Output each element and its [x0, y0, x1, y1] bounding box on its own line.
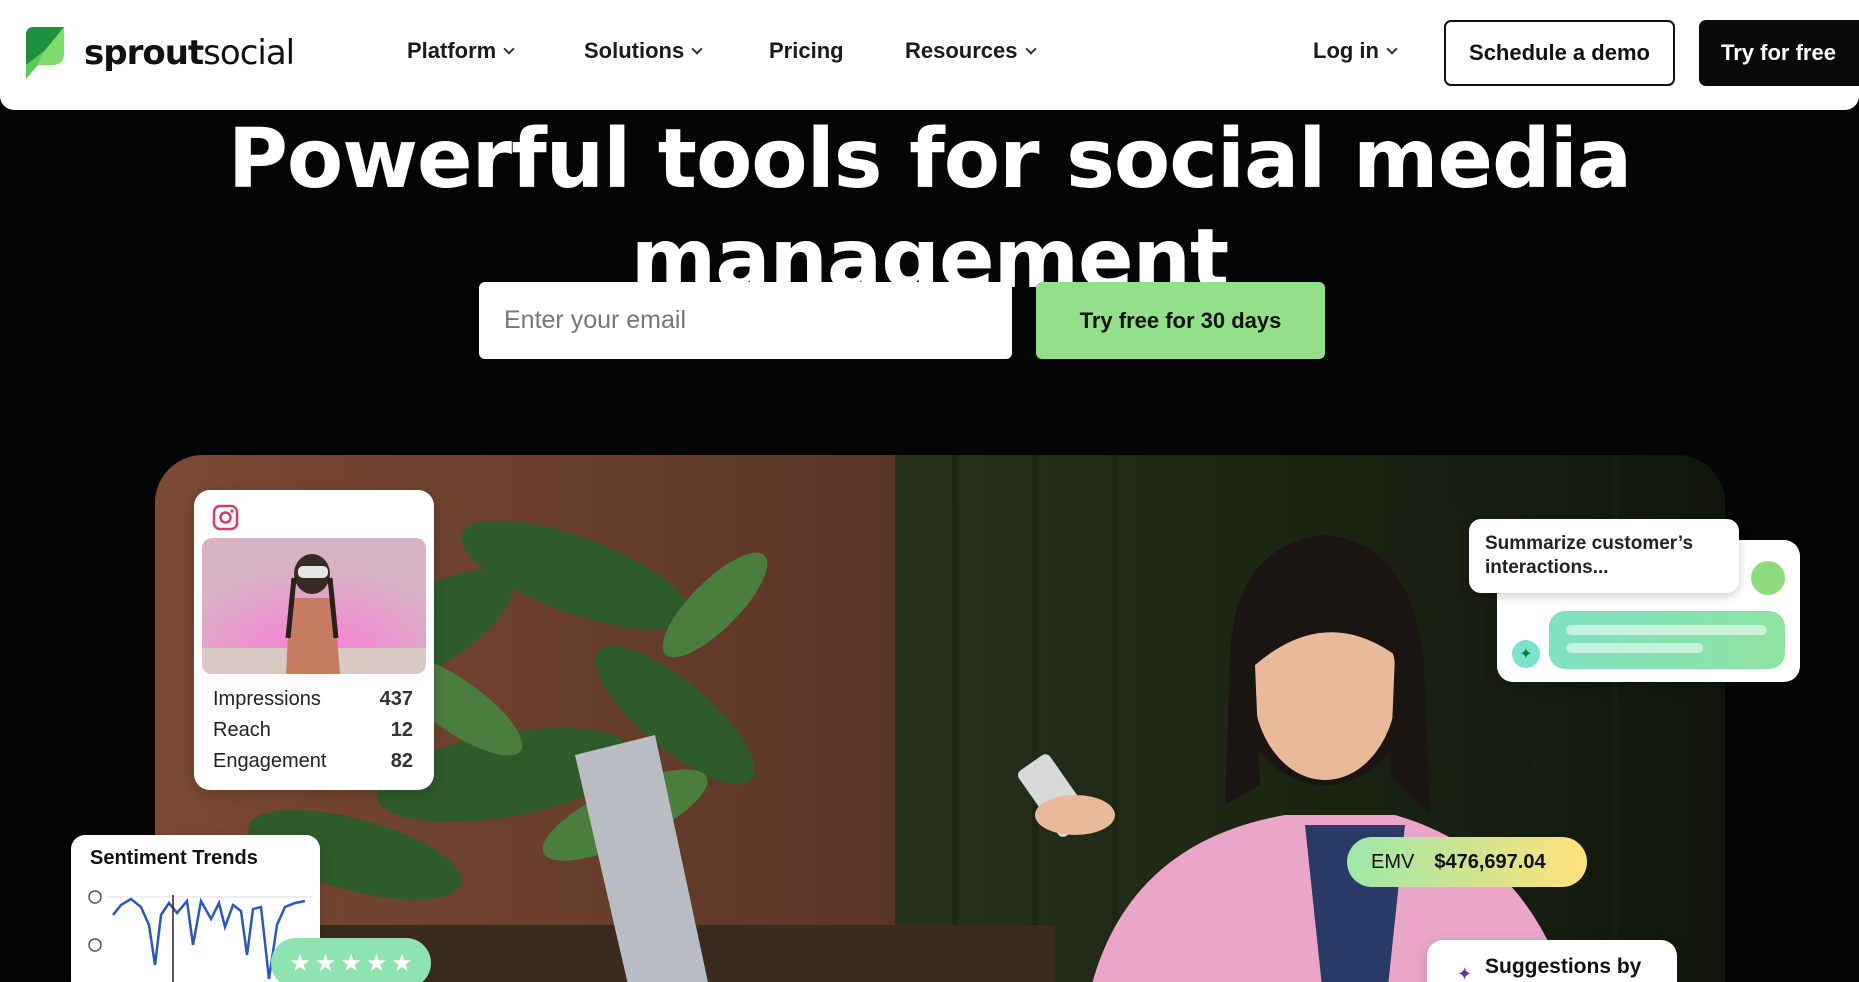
sparkle-icon: ✦	[1512, 640, 1540, 668]
logo-wordmark: sproutsocial	[84, 33, 295, 73]
chevron-down-icon	[691, 42, 703, 55]
star-icon: ★	[340, 949, 362, 977]
five-star-rating-badge: ★ ★ ★ ★ ★	[271, 938, 431, 982]
login-label: Log in	[1313, 38, 1379, 63]
ai-response-bubble	[1549, 611, 1785, 669]
nav-solutions-label: Solutions	[584, 38, 685, 63]
nav-pricing-label: Pricing	[769, 38, 844, 63]
star-icon: ★	[314, 949, 337, 977]
nav-pricing[interactable]: Pricing	[769, 38, 844, 64]
star-icon: ★	[289, 949, 311, 977]
suggestions-card: ✦ Suggestions by	[1427, 940, 1677, 982]
hero-title: Powerful tools for social media manageme…	[227, 112, 1632, 307]
instagram-post-card: Impressions 437 Reach 12 Engagement 82	[194, 490, 434, 790]
nav-solutions[interactable]: Solutions	[584, 38, 703, 64]
happy-face-icon	[88, 890, 102, 904]
emv-amount: $476,697.04	[1434, 850, 1546, 873]
metric-value: 82	[390, 750, 413, 772]
nav-platform-label: Platform	[407, 38, 497, 63]
chevron-down-icon	[1386, 42, 1398, 55]
instagram-icon	[212, 504, 239, 531]
response-line	[1566, 643, 1703, 653]
nav-platform[interactable]: Platform	[407, 38, 515, 64]
metric-label: Impressions	[213, 688, 321, 710]
metric-reach: Reach 12	[213, 719, 413, 742]
metric-value: 12	[390, 719, 413, 741]
emv-label: EMV	[1371, 850, 1415, 873]
metric-impressions: Impressions 437	[213, 688, 413, 711]
nav-resources[interactable]: Resources	[905, 38, 1037, 64]
metric-engagement: Engagement 82	[213, 750, 413, 773]
star-icon: ★	[391, 949, 413, 977]
emv-badge: EMV $476,697.04	[1347, 837, 1587, 887]
top-navigation: sproutsocial Platform Solutions Pricing …	[0, 0, 1859, 110]
email-input[interactable]	[479, 282, 1012, 359]
star-icon: ★	[365, 949, 388, 977]
sprout-social-logo[interactable]: sproutsocial	[22, 25, 295, 81]
metric-label: Reach	[213, 719, 271, 741]
post-image	[202, 538, 426, 674]
sentiment-trends-title: Sentiment Trends	[90, 847, 258, 869]
summarize-prompt: Summarize customer’s interactions...	[1469, 519, 1739, 593]
chevron-down-icon	[503, 42, 515, 55]
suggestions-title: Suggestions by	[1485, 955, 1642, 978]
schedule-demo-button[interactable]: Schedule a demo	[1444, 20, 1675, 86]
response-line	[1566, 625, 1767, 635]
try-free-30-days-button[interactable]: Try free for 30 days	[1036, 282, 1325, 359]
neutral-face-icon	[88, 938, 102, 952]
metric-value: 437	[379, 688, 413, 710]
login-link[interactable]: Log in	[1313, 38, 1398, 64]
sprout-leaf-icon	[26, 27, 64, 79]
user-avatar-dot	[1751, 561, 1785, 595]
metric-label: Engagement	[213, 750, 327, 772]
sparkle-icon: ✦	[1457, 964, 1473, 982]
chevron-down-icon	[1024, 42, 1037, 55]
nav-resources-label: Resources	[905, 38, 1018, 63]
try-for-free-button[interactable]: Try for free	[1699, 20, 1859, 86]
